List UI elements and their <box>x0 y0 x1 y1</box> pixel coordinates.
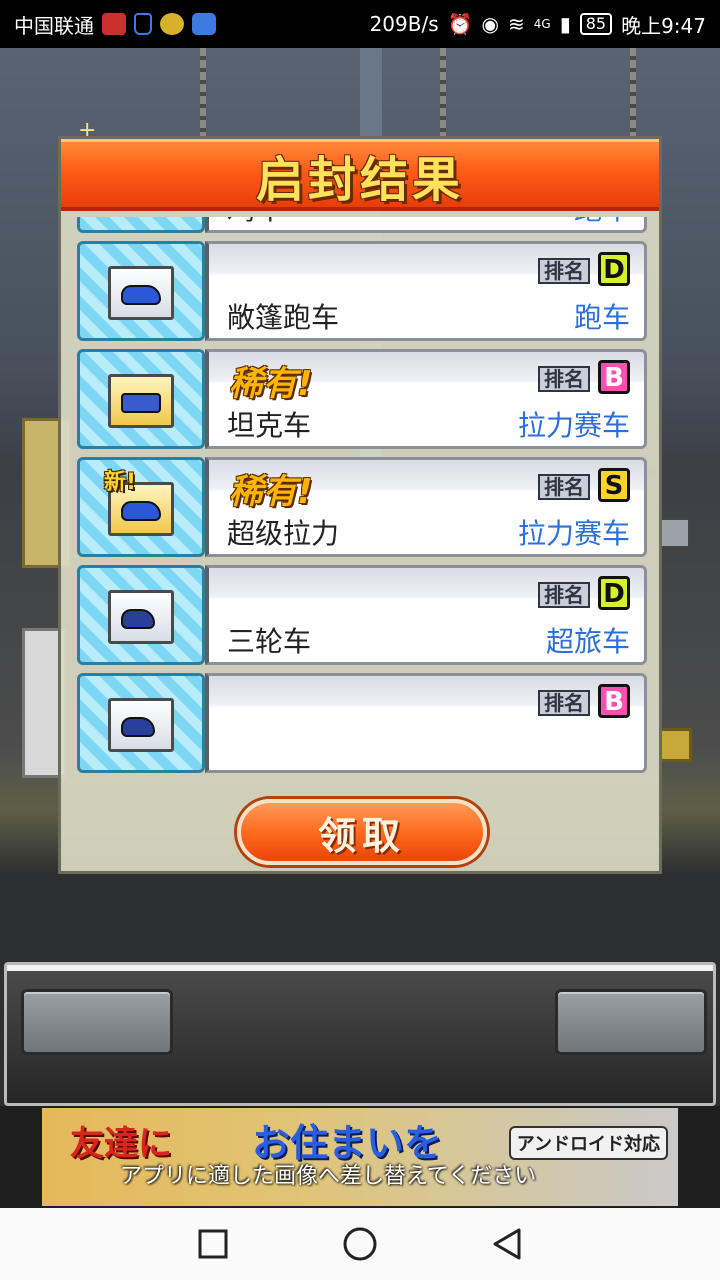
back-triangle-icon <box>493 1228 521 1260</box>
rank-label: 排名 <box>538 582 590 608</box>
car-info-panel: 排名 D 三轮车 超旅车 <box>205 565 647 665</box>
car-box-thumbnail: 新! <box>77 457 205 557</box>
car-type: 拉力赛车 <box>517 409 630 442</box>
right-box <box>660 518 690 548</box>
square-icon <box>198 1229 228 1259</box>
rank-grade-badge: S <box>598 468 630 502</box>
status-bar: 中国联通 209B/s ⏰ ◉ ≋ 4G ▮ 85 晚上9:47 <box>0 0 720 48</box>
car-info-panel: 排名 B <box>205 673 647 773</box>
bottom-game-panel <box>4 962 716 1106</box>
car-name: 敞篷跑车 <box>227 301 340 334</box>
car-icon <box>121 609 155 629</box>
bag-icon <box>134 13 152 35</box>
wifi-icon: ≋ <box>508 12 525 36</box>
result-item[interactable]: 排名 D 敞篷跑车 跑车 <box>77 241 647 341</box>
rank-grade-badge: D <box>598 252 630 286</box>
result-item[interactable]: 排名 B <box>77 673 647 773</box>
alarm-icon: ⏰ <box>447 12 473 36</box>
new-badge: 新! <box>104 470 137 495</box>
carrier-label: 中国联通 <box>14 13 94 38</box>
system-nav-bar <box>0 1208 720 1280</box>
car-name: 坦克车 <box>227 409 312 442</box>
rare-label: 稀有! <box>229 364 313 404</box>
back-button[interactable] <box>487 1224 527 1264</box>
home-button[interactable] <box>340 1224 380 1264</box>
rank-label: 排名 <box>538 474 590 500</box>
claim-button-label: 领取 <box>317 813 406 858</box>
car-type: 跑车 <box>574 217 630 228</box>
rank-grade-badge: B <box>598 684 630 718</box>
rank-label: 排名 <box>538 690 590 716</box>
model-box-icon <box>108 590 174 644</box>
car-type: 超旅车 <box>545 625 630 658</box>
rank-grade-badge: B <box>598 360 630 394</box>
battery-indicator: 85 <box>579 13 613 35</box>
car-icon <box>121 717 155 737</box>
ad-caption: アプリに適した画像へ差し替えてください <box>120 1164 537 1189</box>
model-box-icon <box>108 374 174 428</box>
star-icon <box>160 13 184 35</box>
car-type: 跑车 <box>573 301 630 334</box>
car-name: 三轮车 <box>227 625 312 658</box>
result-item[interactable]: 新! 稀有! 排名 S 超级拉力 拉力赛车 <box>77 457 647 557</box>
car-icon <box>121 393 161 413</box>
result-item[interactable]: 稀有! 排名 B 坦克车 拉力赛车 <box>77 349 647 449</box>
result-item[interactable]: 稀有!排名B鸡车跑车 <box>77 217 647 233</box>
car-info-panel: 稀有!排名B鸡车跑车 <box>205 217 647 233</box>
ad-area: 友達に お住まいを アンドロイド対応 アプリに適した画像へ差し替えてください <box>0 1106 720 1208</box>
car-info-panel: 稀有! 排名 S 超级拉力 拉力赛车 <box>205 457 647 557</box>
result-list-content: 稀有!排名B鸡车跑车排名D敞篷跑车跑车稀有!排名B坦克车拉力赛车新!稀有!排名S… <box>77 217 651 781</box>
panel-right-button[interactable] <box>555 989 707 1055</box>
car-type: 拉力赛车 <box>517 517 630 550</box>
time-label: 晚上9:47 <box>621 13 706 38</box>
car-box-thumbnail <box>77 565 205 665</box>
net-speed: 209B/s <box>369 12 439 36</box>
paw-icon <box>192 13 216 35</box>
result-item[interactable]: 排名 D 三轮车 超旅车 <box>77 565 647 665</box>
rank-label: 排名 <box>538 366 590 392</box>
ad-badge: アンドロイド対応 <box>508 1126 668 1160</box>
unbox-result-dialog: 启封结果 稀有!排名B鸡车跑车排名D敞篷跑车跑车稀有!排名B坦克车拉力赛车新!稀… <box>58 136 662 874</box>
car-icon <box>121 285 161 305</box>
claim-button[interactable]: 领取 <box>237 799 487 865</box>
app-notification-icon <box>102 13 126 35</box>
car-box-thumbnail <box>77 241 205 341</box>
model-box-icon <box>108 266 174 320</box>
network-label: 4G <box>533 17 551 31</box>
dialog-title: 启封结果 <box>255 151 464 208</box>
car-name: 超级拉力 <box>227 517 340 550</box>
rank-grade-badge: D <box>598 576 630 610</box>
panel-left-button[interactable] <box>21 989 173 1055</box>
ad-banner[interactable]: 友達に お住まいを アンドロイド対応 アプリに適した画像へ差し替えてください <box>42 1108 678 1206</box>
right-crate <box>658 728 692 762</box>
car-info-panel: 排名 D 敞篷跑车 跑车 <box>205 241 647 341</box>
car-icon <box>121 501 161 521</box>
model-box-icon <box>108 698 174 752</box>
result-list[interactable]: 稀有!排名B鸡车跑车排名D敞篷跑车跑车稀有!排名B坦克车拉力赛车新!稀有!排名S… <box>77 217 651 783</box>
recent-apps-button[interactable] <box>193 1224 233 1264</box>
dialog-header: 启封结果 <box>61 139 659 211</box>
car-box-thumbnail <box>77 217 205 233</box>
car-box-thumbnail <box>77 673 205 773</box>
car-box-thumbnail <box>77 349 205 449</box>
eye-icon: ◉ <box>481 12 499 36</box>
car-info-panel: 稀有! 排名 B 坦克车 拉力赛车 <box>205 349 647 449</box>
signal-icon: ▮ <box>559 12 571 36</box>
rank-label: 排名 <box>538 258 590 284</box>
rare-label: 稀有! <box>229 472 313 512</box>
circle-icon <box>343 1227 377 1261</box>
car-name: 鸡车 <box>227 217 283 228</box>
